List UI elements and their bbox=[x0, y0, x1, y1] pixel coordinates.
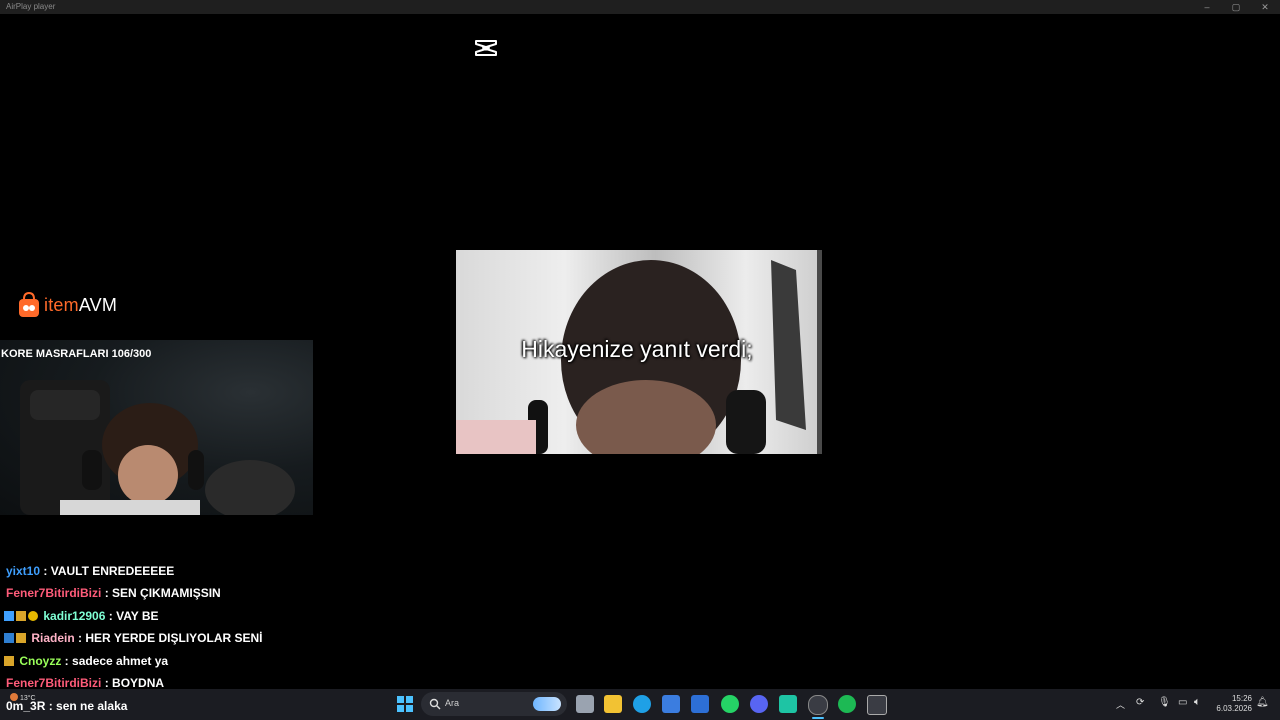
crown-badge-icon bbox=[16, 633, 26, 643]
microphone-icon[interactable]: 🎙︎ bbox=[1158, 697, 1171, 708]
search-highlight-icon bbox=[533, 697, 561, 711]
notification-bell-icon[interactable]: 🔔︎ bbox=[1256, 697, 1269, 708]
airplay-window-icon[interactable] bbox=[867, 695, 887, 715]
crown-badge-icon bbox=[4, 656, 14, 666]
chrome-icon[interactable] bbox=[808, 695, 828, 715]
active-indicator bbox=[812, 717, 824, 719]
story-caption: Hikayenize yanıt verdi; bbox=[521, 336, 753, 362]
chat-message: 0m_3R : sen ne alaka bbox=[6, 699, 128, 713]
chat-text: VAULT ENREDEEEEE bbox=[50, 564, 175, 578]
brand-suffix: AVM bbox=[78, 294, 118, 315]
sync-icon[interactable]: ⟳ bbox=[1136, 697, 1144, 708]
minimize-icon[interactable]: – bbox=[1192, 0, 1222, 14]
search-placeholder: Ara bbox=[445, 698, 460, 708]
chat-text: sadece ahmet ya bbox=[72, 654, 169, 668]
mail-icon[interactable] bbox=[691, 695, 709, 713]
chat-username: yixt10 bbox=[6, 564, 41, 578]
chat-message: Cnoyzz : sadece ahmet ya bbox=[4, 654, 168, 674]
clock-time: 15:26 bbox=[1231, 694, 1252, 703]
webcam-scene bbox=[20, 380, 295, 515]
network-icon[interactable]: ▭ bbox=[1178, 697, 1187, 708]
chat-text: sen ne alaka bbox=[56, 699, 128, 713]
chat-text: SEN ÇIKMAMIŞSIN bbox=[112, 586, 221, 600]
start-windows-icon[interactable] bbox=[396, 695, 414, 713]
story-reply-video: Hikayenize yanıt verdi; bbox=[456, 250, 818, 454]
maximize-icon[interactable]: ▢ bbox=[1221, 0, 1251, 14]
spotify-icon[interactable] bbox=[838, 695, 856, 713]
clock-date: 6.03.2026 bbox=[1216, 704, 1252, 713]
task-view-icon[interactable] bbox=[576, 695, 594, 713]
webcam-overlay-text: KORE MASRAFLARI 106/300 bbox=[1, 348, 152, 360]
story-edge bbox=[817, 250, 822, 454]
close-icon[interactable]: ✕ bbox=[1250, 0, 1280, 14]
brand-prefix: item bbox=[44, 294, 79, 315]
whatsapp-icon[interactable] bbox=[721, 695, 739, 713]
shopping-bag-icon bbox=[19, 291, 39, 317]
microsoft-store-icon[interactable] bbox=[662, 695, 680, 713]
taskbar: 13°C Ara ︿ ⟳ 🎙︎ ▭ 🔈︎ 15:26 6.03.2026 🔔︎ bbox=[0, 689, 1280, 720]
window-title: AirPlay player bbox=[6, 2, 56, 11]
chat-text: VAY BE bbox=[116, 609, 159, 623]
chat-username: Fener7BitirdiBizi bbox=[6, 586, 102, 600]
app-icon[interactable] bbox=[779, 695, 797, 713]
edge-browser-icon[interactable] bbox=[633, 695, 651, 713]
file-explorer-icon[interactable] bbox=[604, 695, 622, 713]
chat-message: kadir12906 : VAY BE bbox=[4, 609, 159, 629]
chat-username: 0m_3R bbox=[6, 699, 46, 713]
capcut-logo-icon bbox=[475, 40, 497, 56]
discord-icon[interactable] bbox=[750, 695, 768, 713]
cube-badge-icon bbox=[4, 611, 14, 621]
chat-username: kadir12906 bbox=[43, 609, 106, 623]
chat-username: Fener7BitirdiBizi bbox=[6, 676, 102, 690]
chat-message: Fener7BitirdiBizi : SEN ÇIKMAMIŞSIN bbox=[6, 586, 221, 600]
chat-username: Riadein bbox=[31, 631, 75, 645]
search-icon bbox=[429, 698, 441, 710]
box-badge-icon bbox=[4, 633, 14, 643]
chat-text: HER YERDE DIŞLIYOLAR SENİ bbox=[85, 631, 263, 645]
chevron-up-icon[interactable]: ︿ bbox=[1116, 698, 1125, 711]
volume-icon[interactable]: 🔈︎ bbox=[1194, 696, 1201, 709]
chat-message: yixt10 : VAULT ENREDEEEEE bbox=[6, 564, 175, 578]
chat-username: Cnoyzz bbox=[19, 654, 62, 668]
itemavm-logo: itemAVM bbox=[18, 290, 117, 320]
chat-message: Riadein : HER YERDE DIŞLIYOLAR SENİ bbox=[4, 631, 263, 651]
webcam-feed: KORE MASRAFLARI 106/300 bbox=[0, 340, 313, 515]
crown-badge-icon bbox=[16, 611, 26, 621]
clock[interactable]: 15:26 6.03.2026 bbox=[1212, 694, 1252, 714]
window-titlebar: AirPlay player – ▢ ✕ bbox=[0, 0, 1280, 14]
taskbar-search[interactable]: Ara bbox=[421, 692, 567, 716]
chat-text: BOYDNA bbox=[112, 676, 165, 690]
coin-badge-icon bbox=[28, 611, 38, 621]
